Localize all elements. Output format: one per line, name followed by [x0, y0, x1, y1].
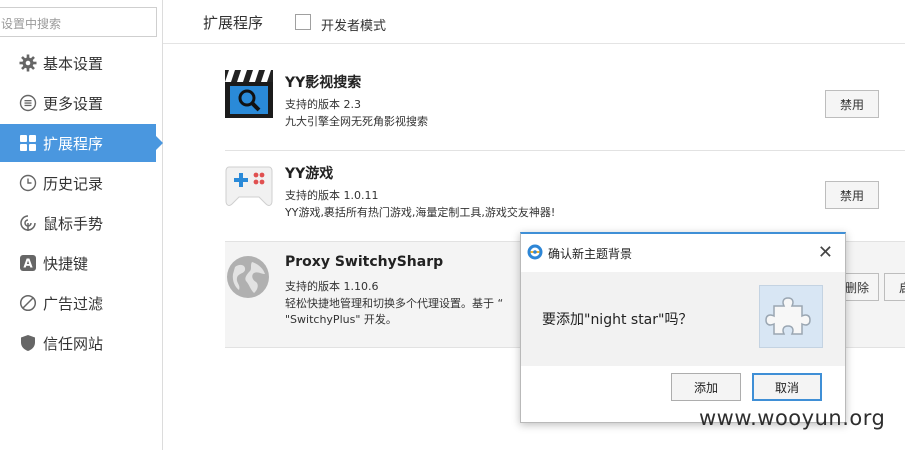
gear-icon	[18, 54, 37, 73]
block-icon	[18, 294, 37, 313]
clapperboard-search-icon	[225, 70, 273, 118]
sidebar: 设置中搜索 基本设置 更多设置 扩展程序 历史记录 鼠标手势 A 快捷键 广告过…	[0, 0, 163, 450]
sidebar-item-extensions[interactable]: 扩展程序	[0, 124, 163, 162]
dev-mode-checkbox[interactable]	[295, 14, 311, 30]
sidebar-item-ad-filter[interactable]: 广告过滤	[0, 284, 163, 322]
svg-text:A: A	[23, 257, 33, 271]
sidebar-item-label: 扩展程序	[43, 134, 104, 153]
sidebar-item-label: 快捷键	[43, 254, 89, 273]
extension-description: YY游戏,裹括所有热门游戏,海量定制工具,游戏交友神器!	[285, 206, 556, 219]
extension-version: 支持的版本 1.10.6	[285, 280, 379, 293]
cancel-button[interactable]: 取消	[752, 373, 822, 401]
grid-icon	[18, 134, 37, 153]
enable-button[interactable]: 启	[884, 273, 905, 301]
mouse-gesture-icon	[18, 214, 37, 233]
extension-version: 支持的版本 2.3	[285, 98, 361, 111]
extension-description: 九大引擎全网无死角影视搜索	[285, 115, 428, 128]
letter-a-icon: A	[18, 254, 37, 273]
add-button[interactable]: 添加	[671, 373, 741, 401]
sidebar-item-mouse-gestures[interactable]: 鼠标手势	[0, 204, 163, 242]
sidebar-item-label: 基本设置	[43, 54, 104, 73]
dialog-title: 确认新主题背景	[548, 247, 633, 261]
sidebar-item-more-settings[interactable]: 更多设置	[0, 84, 163, 122]
sidebar-item-history[interactable]: 历史记录	[0, 164, 163, 202]
extension-name: YY影视搜索	[285, 75, 362, 91]
extension-version: 支持的版本 1.0.11	[285, 189, 379, 202]
clock-icon	[18, 174, 37, 193]
sidebar-item-label: 更多设置	[43, 94, 104, 113]
sidebar-item-label: 历史记录	[43, 174, 104, 193]
search-input[interactable]: 设置中搜索	[0, 7, 157, 37]
confirm-theme-dialog: 确认新主题背景 ✕ 要添加"night star"吗？ 添加 取消	[520, 232, 846, 423]
disable-button[interactable]: 禁用	[825, 181, 879, 209]
sidebar-item-shortcuts[interactable]: A 快捷键	[0, 244, 163, 282]
disable-button[interactable]: 禁用	[825, 90, 879, 118]
page-title: 扩展程序	[203, 14, 264, 32]
extension-item-yy-video-search: YY影视搜索 支持的版本 2.3 九大引擎全网无死角影视搜索 禁用	[225, 60, 905, 150]
shield-icon	[18, 334, 37, 353]
sidebar-item-basic-settings[interactable]: 基本设置	[0, 44, 163, 82]
settings-page: 设置中搜索 基本设置 更多设置 扩展程序 历史记录 鼠标手势 A 快捷键 广告过…	[0, 0, 905, 450]
sidebar-item-label: 信任网站	[43, 334, 104, 353]
sidebar-item-trusted-sites[interactable]: 信任网站	[0, 324, 163, 362]
extension-name: Proxy SwitchySharp	[285, 254, 444, 270]
dialog-title-bar: 确认新主题背景 ✕	[521, 234, 845, 272]
sidebar-item-label: 广告过滤	[43, 294, 104, 313]
close-icon[interactable]: ✕	[818, 242, 833, 263]
browser-logo-icon	[527, 244, 543, 260]
watermark: www.wooyun.org	[699, 406, 886, 430]
dialog-message: 要添加"night star"吗？	[542, 312, 693, 328]
list-icon	[18, 94, 37, 113]
extension-item-yy-games: YY游戏 支持的版本 1.0.11 YY游戏,裹括所有热门游戏,海量定制工具,游…	[225, 151, 905, 241]
sidebar-item-label: 鼠标手势	[43, 214, 104, 233]
extension-name: YY游戏	[285, 166, 334, 182]
globe-icon	[225, 254, 271, 300]
extension-description-line1: 轻松快捷地管理和切换多个代理设置。基于 “	[285, 297, 504, 310]
gamepad-icon	[225, 161, 273, 207]
puzzle-piece-icon	[759, 285, 823, 348]
divider	[163, 43, 905, 44]
dialog-body: 要添加"night star"吗？	[521, 272, 845, 366]
extension-description-line2: "SwitchyPlus" 开发。	[285, 313, 397, 326]
dev-mode-label: 开发者模式	[321, 19, 387, 34]
